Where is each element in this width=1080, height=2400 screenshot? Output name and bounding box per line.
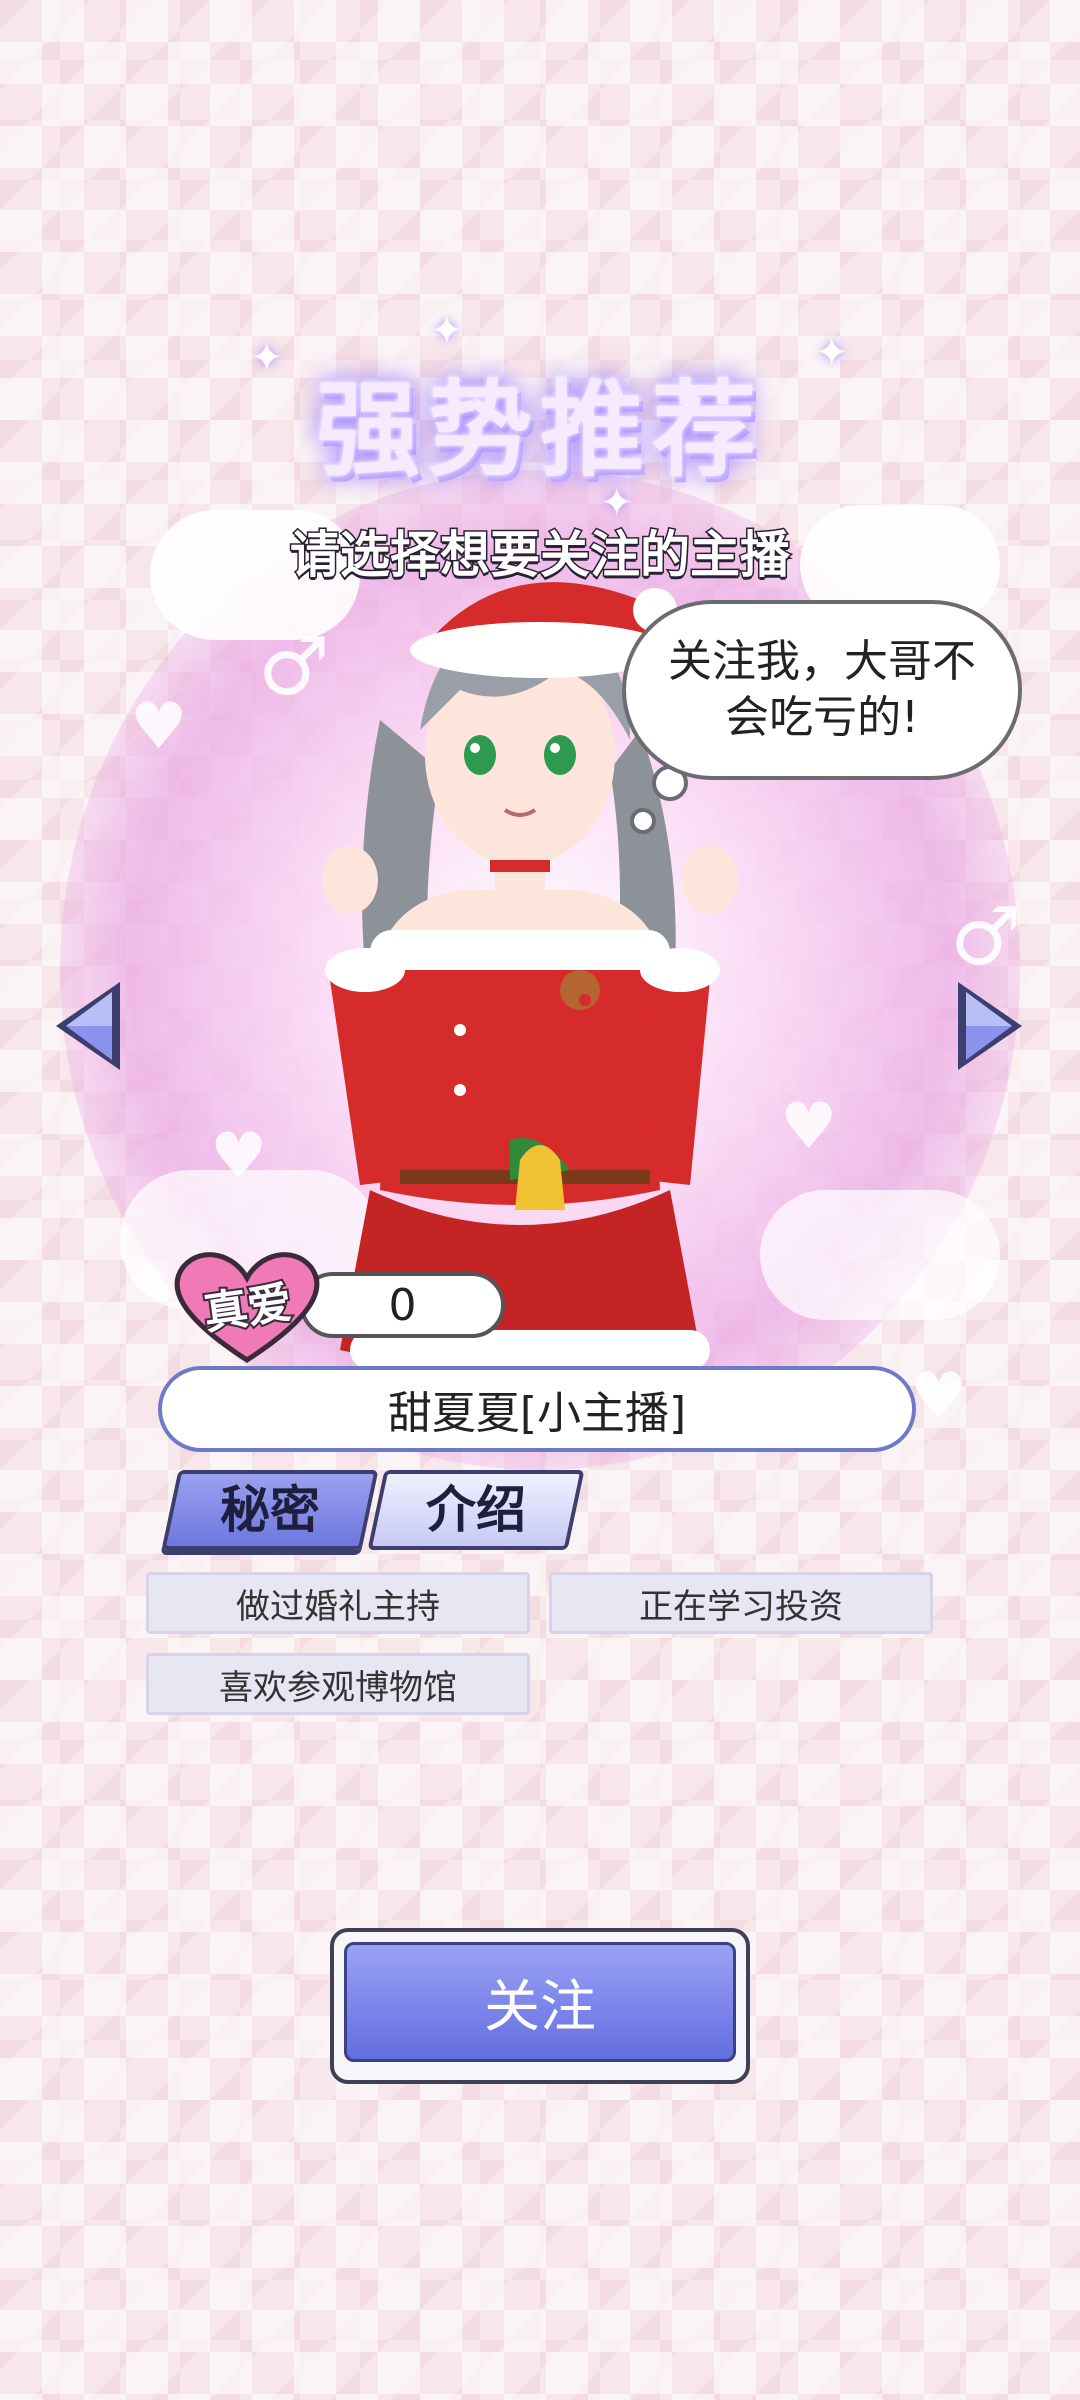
speech-bubble: 关注我，大哥不 会吃亏的! [622, 600, 1022, 780]
follow-button[interactable]: 关注 [330, 1928, 750, 2084]
speech-line-2: 会吃亏的! [725, 692, 919, 743]
trait-chip: 喜欢参观博物馆 [146, 1653, 530, 1715]
speech-bubble-tail [630, 808, 656, 834]
streamer-name: 甜夏夏[小主播] [158, 1366, 916, 1452]
tab-secret-label: 秘密 [220, 1481, 320, 1539]
tab-secret[interactable]: 秘密 [161, 1470, 379, 1550]
heart-icon: ♥ [780, 1090, 838, 1164]
follow-button-label: 关注 [344, 1942, 736, 2062]
trait-chip: 做过婚礼主持 [146, 1572, 530, 1634]
cloud-bottom-right [760, 1190, 1000, 1320]
next-streamer-button[interactable] [954, 978, 1028, 1074]
page-title: 强势推荐 [315, 369, 764, 491]
tab-intro[interactable]: 介绍 [367, 1470, 585, 1550]
male-symbol-icon: ♂ [950, 890, 1022, 983]
heart-icon: ♥ [210, 1120, 268, 1194]
tab-intro-label: 介绍 [426, 1481, 526, 1539]
prev-streamer-button[interactable] [50, 978, 124, 1074]
speech-line-1: 关注我，大哥不 [668, 636, 976, 687]
trait-chip: 正在学习投资 [549, 1572, 933, 1634]
heart-icon: ♥ [910, 1360, 968, 1434]
heart-icon: ♥ [130, 690, 188, 764]
